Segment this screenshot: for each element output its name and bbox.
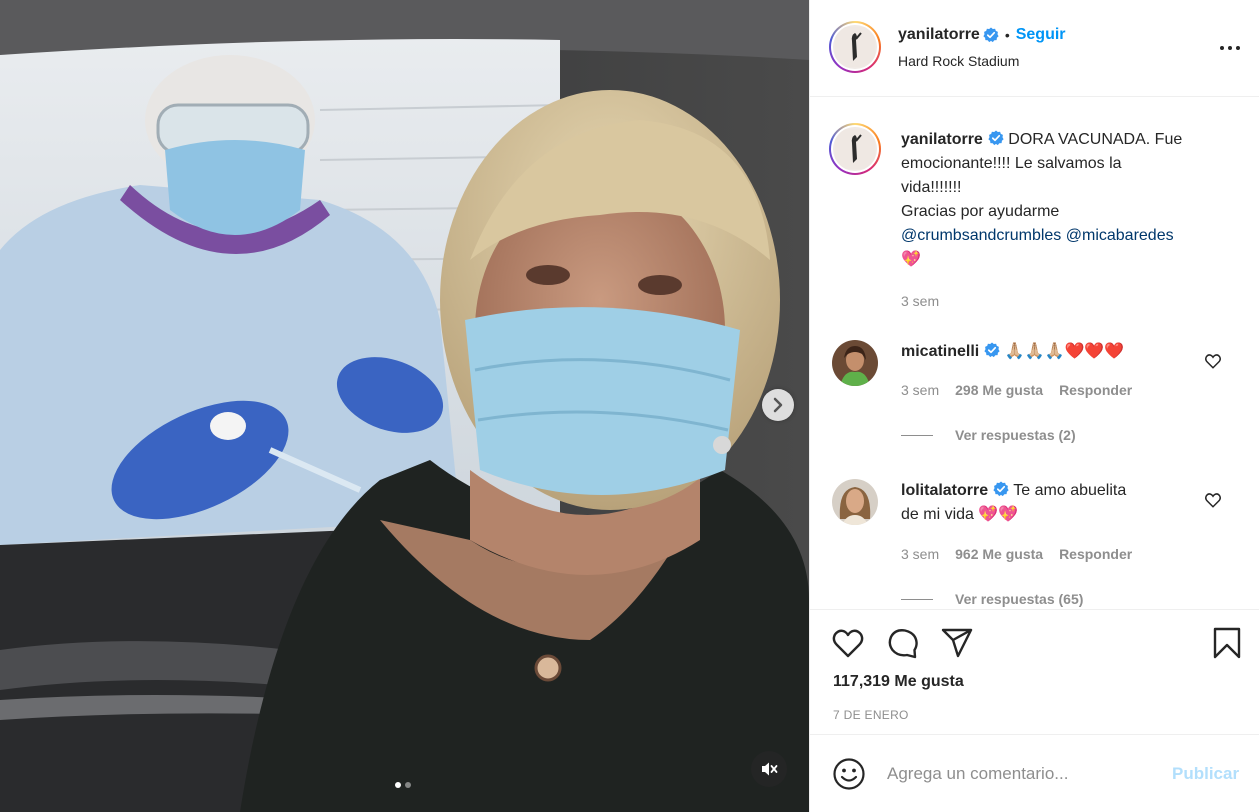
- post-date[interactable]: 7 DE ENERO: [833, 708, 909, 722]
- comment-likes[interactable]: 962 Me gusta: [955, 546, 1043, 562]
- caption-emoji: 💖: [901, 251, 921, 268]
- caption-line: Gracias por ayudarme: [901, 203, 1060, 220]
- verified-badge-icon: [984, 342, 1000, 358]
- replies-divider: [901, 434, 933, 436]
- comment-body: de mi vida 💖💖: [901, 506, 1019, 523]
- caption-text: yanilatorre DORA VACUNADA. Fue emocionan…: [901, 128, 1221, 272]
- post-media[interactable]: [0, 0, 809, 812]
- verified-badge-icon: [988, 130, 1004, 146]
- comments-section[interactable]: yanilatorre DORA VACUNADA. Fue emocionan…: [810, 97, 1259, 609]
- comment-body: 🙏🏼🙏🏼🙏🏼❤️❤️❤️: [1004, 343, 1125, 360]
- verified-badge-icon: [983, 27, 999, 43]
- post-header: yanilatorre • Seguir Hard Rock Stadium: [810, 0, 1259, 97]
- comment-avatar[interactable]: [832, 479, 878, 525]
- caption-time[interactable]: 3 sem: [901, 293, 939, 309]
- comment-like-icon[interactable]: [1204, 352, 1222, 370]
- view-replies-button[interactable]: Ver respuestas (2): [901, 427, 1076, 443]
- comment-text: lolitalatorre Te amo abuelita de mi vida…: [901, 479, 1221, 527]
- replies-divider: [901, 598, 933, 600]
- likes-count[interactable]: 117,319 Me gusta: [833, 673, 964, 691]
- comment-time[interactable]: 3 sem: [901, 382, 939, 398]
- next-slide-button[interactable]: [762, 389, 794, 421]
- more-options-icon-dot: [1236, 46, 1240, 50]
- comment-text: micatinelli 🙏🏼🙏🏼🙏🏼❤️❤️❤️: [901, 340, 1221, 364]
- comment-time[interactable]: 3 sem: [901, 546, 939, 562]
- author-username[interactable]: yanilatorre: [898, 26, 980, 44]
- mute-icon: [762, 762, 778, 776]
- post-sidebar: yanilatorre • Seguir Hard Rock Stadium y…: [809, 0, 1259, 812]
- avatar-image: [835, 129, 875, 169]
- like-button[interactable]: [831, 626, 865, 660]
- comment-avatar[interactable]: [832, 340, 878, 386]
- comment-icon: [888, 629, 918, 659]
- comment-button[interactable]: [886, 626, 920, 660]
- chevron-right-icon: [773, 397, 783, 413]
- media-photo: [0, 0, 809, 812]
- more-options-button[interactable]: [1214, 38, 1246, 58]
- caption-line: vida!!!!!!!: [901, 179, 962, 196]
- emoji-button[interactable]: [832, 757, 866, 791]
- author-avatar[interactable]: [829, 21, 881, 73]
- location-link[interactable]: Hard Rock Stadium: [898, 53, 1019, 69]
- view-replies-button[interactable]: Ver respuestas (65): [901, 591, 1083, 607]
- comment-likes[interactable]: 298 Me gusta: [955, 382, 1043, 398]
- reply-button[interactable]: Responder: [1059, 382, 1132, 398]
- caption-avatar[interactable]: [829, 123, 881, 175]
- share-icon: [941, 628, 973, 658]
- comment-body: Te amo abuelita: [1013, 482, 1127, 499]
- reply-button[interactable]: Responder: [1059, 546, 1132, 562]
- view-replies-label: Ver respuestas (65): [955, 591, 1084, 607]
- comment-input[interactable]: [887, 761, 1157, 787]
- avatar-image: [832, 479, 878, 525]
- mention-link[interactable]: @crumbsandcrumbles: [901, 227, 1061, 244]
- view-replies-label: Ver respuestas (2): [955, 427, 1076, 443]
- comment-meta: 3 sem 962 Me gusta Responder: [901, 546, 1132, 562]
- add-comment-bar: Publicar: [810, 734, 1259, 812]
- heart-icon: [832, 629, 864, 658]
- comment-username[interactable]: lolitalatorre: [901, 482, 988, 499]
- avatar-image: [835, 27, 875, 67]
- post-actions: 117,319 Me gusta 7 DE ENERO: [810, 609, 1259, 734]
- more-options-icon: [1220, 46, 1224, 50]
- caption-line: emocionante!!!! Le salvamos la: [901, 155, 1122, 172]
- verified-badge-icon: [993, 481, 1009, 497]
- follow-button[interactable]: Seguir: [1016, 26, 1066, 44]
- separator-dot: •: [1004, 27, 1010, 43]
- carousel-dot-active: [395, 782, 401, 788]
- caption-meta: 3 sem: [901, 293, 939, 309]
- mute-button[interactable]: [751, 751, 787, 787]
- carousel-dot: [405, 782, 411, 788]
- avatar-image: [832, 340, 878, 386]
- caption-username[interactable]: yanilatorre: [901, 131, 983, 148]
- post-comment-button[interactable]: Publicar: [1172, 764, 1239, 784]
- share-button[interactable]: [940, 626, 974, 660]
- caption-line: DORA VACUNADA. Fue: [1008, 131, 1183, 148]
- more-options-icon-dot: [1228, 46, 1232, 50]
- comment-meta: 3 sem 298 Me gusta Responder: [901, 382, 1132, 398]
- author-line: yanilatorre • Seguir: [898, 26, 1066, 44]
- comment-username[interactable]: micatinelli: [901, 343, 979, 360]
- save-button[interactable]: [1210, 626, 1244, 660]
- carousel-indicator: [395, 782, 411, 788]
- comment-like-icon[interactable]: [1204, 491, 1222, 509]
- emoji-icon: [833, 758, 865, 790]
- mention-link[interactable]: @micabaredes: [1066, 227, 1174, 244]
- bookmark-icon: [1213, 627, 1241, 659]
